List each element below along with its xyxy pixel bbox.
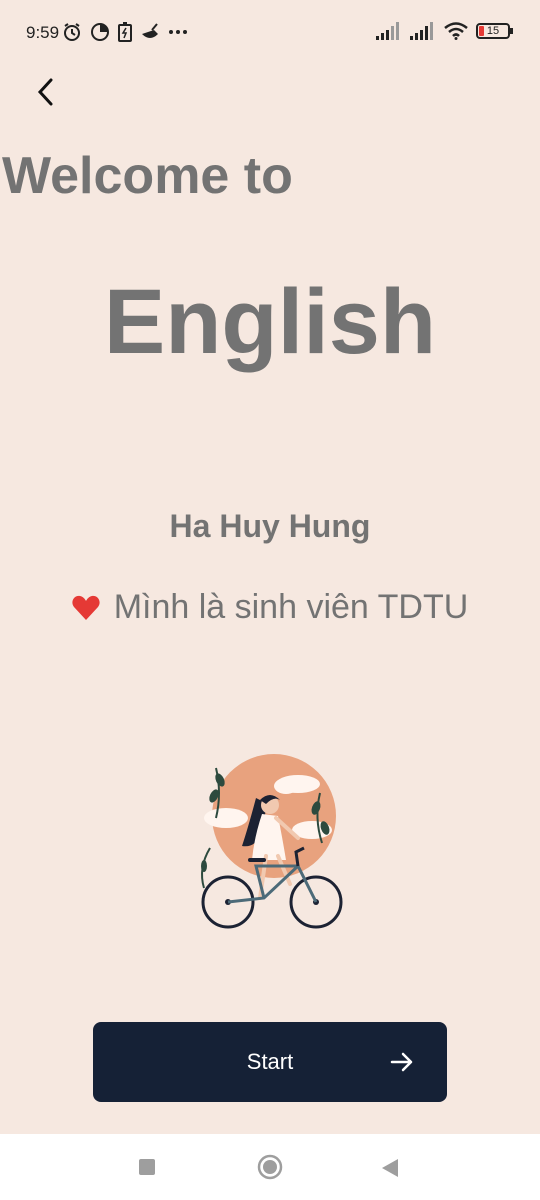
status-icons-right: 15	[376, 22, 513, 40]
battery-saver-icon	[118, 22, 132, 42]
more-notifications-icon	[169, 30, 187, 34]
author-name: Ha Huy Hung	[169, 508, 371, 544]
battery-indicator: 15	[476, 23, 513, 39]
welcome-heading: Welcome to	[2, 147, 293, 205]
home-button[interactable]	[257, 1154, 283, 1185]
signal-icon-2	[410, 22, 433, 40]
data-saver-icon	[91, 23, 109, 41]
tagline-text: Mình là sinh viên TDTU	[113, 588, 469, 626]
back-nav-button[interactable]	[381, 1158, 399, 1183]
cleaner-icon	[142, 23, 158, 38]
status-time: 9:59	[26, 23, 60, 42]
back-button[interactable]	[26, 70, 66, 114]
battery-level	[479, 26, 484, 36]
signal-icon	[376, 22, 399, 40]
cyclist-illustration	[201, 754, 343, 929]
battery-tip	[510, 28, 513, 34]
back-arrow-icon	[37, 78, 53, 106]
tagline: Mình là sinh viên TDTU	[0, 588, 540, 627]
heart-icon	[72, 595, 100, 620]
status-icons-left	[62, 22, 188, 42]
wifi-icon	[444, 22, 468, 40]
system-nav-bar	[0, 1134, 540, 1200]
square-icon	[139, 1159, 155, 1175]
alarm-icon	[64, 23, 80, 41]
arrow-right-icon	[390, 1052, 413, 1072]
triangle-back-icon	[382, 1159, 398, 1177]
app-name-heading: English	[103, 271, 437, 373]
battery-percent: 15	[486, 25, 500, 37]
start-button[interactable]: Start	[93, 1022, 447, 1102]
recents-button[interactable]	[138, 1158, 156, 1181]
home-circle-icon	[257, 1154, 283, 1180]
status-bar: 9:59 15	[0, 0, 540, 66]
